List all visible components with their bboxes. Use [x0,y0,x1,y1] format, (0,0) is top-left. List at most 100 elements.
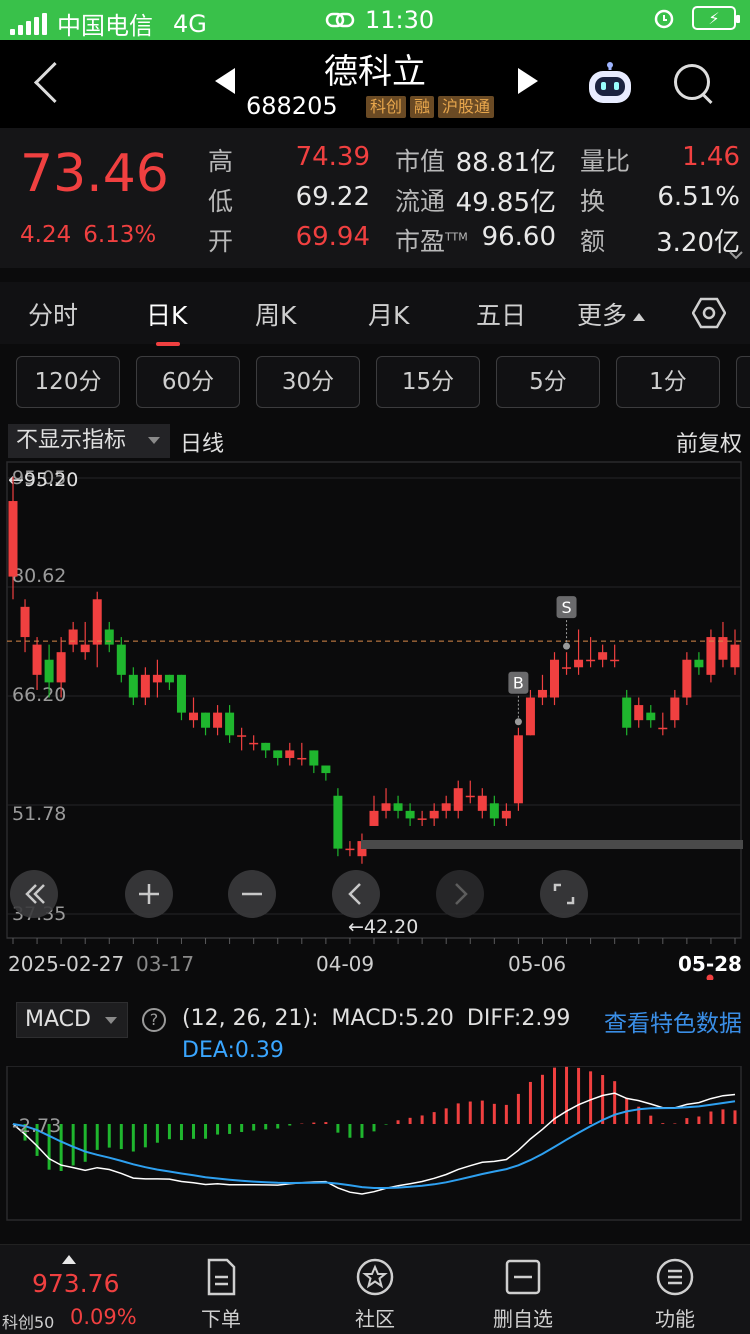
candle-body [453,788,463,811]
stock-tags: 科创 融 沪股通 [366,96,495,118]
period-5min[interactable]: 5分 [496,356,600,408]
indicator-select[interactable]: 不显示指标 [8,424,170,458]
settings-icon[interactable] [692,296,726,330]
range-bar [361,840,743,849]
tab-daily-k[interactable]: 日K [146,296,187,332]
candle-body [429,810,439,819]
candle-body [225,712,235,736]
period-120min[interactable]: 120分 [16,356,120,408]
candle-body [261,742,271,751]
nav-remove-watchlist[interactable]: 删自选 [468,1257,578,1332]
candle-body [706,637,716,675]
x-tick-label: 05-28 [678,952,742,976]
help-icon[interactable]: ? [142,1008,166,1032]
ttm-superscript: TTM [445,230,468,244]
candle-body [477,795,487,811]
current-price: 73.46 [20,144,169,204]
candle-body [333,795,343,849]
line-type: 日线 [180,432,225,457]
change-amount: 4.24 [20,222,72,248]
zoom-out-button[interactable] [228,870,276,918]
scroll-to-start-button[interactable] [10,870,58,918]
macd-header: MACD ? (12, 26, 21): MACD:5.20 DIFF:2.99… [0,1000,750,1070]
market-cap-label: 市值 [395,147,446,176]
candle-body [441,803,451,811]
nav-order[interactable]: 下单 [166,1257,276,1332]
view-feature-data-link[interactable]: 查看特色数据 [604,1004,742,1038]
candle-body [273,750,283,758]
x-tick-label: 03-17 [136,952,194,976]
candles [8,476,740,864]
carrier: 中国电信 [57,12,153,40]
tab-monthly-k[interactable]: 月K [368,296,409,332]
open-label: 开 [208,227,234,256]
candle-body [20,606,30,638]
stock-header: 德科立 688205 科创 融 沪股通 [0,40,750,128]
index-value[interactable]: 973.76 [32,1269,119,1298]
link-icon [325,12,355,28]
period-1min[interactable]: 1分 [616,356,720,408]
scroll-left-button[interactable] [332,870,380,918]
fullscreen-button[interactable] [540,870,588,918]
period-30min[interactable]: 30分 [256,356,360,408]
tab-intraday[interactable]: 分时 [28,296,78,332]
turnover-value: 6.51% [657,182,740,212]
dea-value: DEA:0.39 [182,1038,284,1063]
candle-body [694,659,704,668]
candle-body [718,637,728,660]
macd-select[interactable]: MACD [16,1002,128,1038]
candle-body [634,705,644,721]
clock: 11:30 [365,6,435,34]
candle-body [321,765,331,774]
candle-body [92,599,102,645]
candle-body [345,848,355,851]
candle-body [285,750,295,758]
active-tab-indicator [156,342,180,346]
order-doc-icon [207,1258,236,1296]
candle-body [393,803,403,811]
candle-body [128,674,138,698]
zoom-in-button[interactable] [125,870,173,918]
next-stock-arrow[interactable] [518,68,538,94]
stock-name: 德科立 [324,52,426,92]
candle-body [381,803,391,811]
nav-functions[interactable]: 功能 [620,1257,730,1332]
float-cap-value: 49.85亿 [455,188,556,218]
price-adjust-toggle[interactable]: 前复权 [676,426,742,458]
diff-value: DIFF:2.99 [466,1006,571,1031]
period-15min[interactable]: 15分 [376,356,480,408]
scroll-right-button[interactable] [436,870,484,918]
robot-assistant-icon[interactable] [586,62,634,106]
macd-svg: -2.73 [6,1065,742,1221]
tag-margin: 融 [410,96,435,118]
search-button[interactable] [674,64,714,104]
tab-weekly-k[interactable]: 周K [255,296,296,332]
candle-body [598,652,608,660]
candle-body [501,810,511,819]
period-more-edge[interactable] [736,356,750,408]
candle-body [465,795,475,798]
expand-chevron-icon[interactable] [729,250,743,260]
candle-body [116,644,126,675]
min-price-label: ←42.20 [348,916,418,938]
candle-body [237,735,247,737]
marker-text: B [513,674,524,693]
chart-tabs: 分时 日K 周K 月K 五日 更多 [0,282,750,344]
x-tick-label: 05-06 [508,952,566,976]
candle-body [682,659,692,698]
kline-chart[interactable]: 95.05 80.62 66.20 51.78 37.35 ←95.20 BS … [0,460,750,982]
back-button[interactable] [30,58,70,108]
macd-histogram [23,1066,737,1171]
nav-community[interactable]: 社区 [320,1257,430,1332]
indicator-bar: 不显示指标 日线 前复权 [0,424,750,460]
tab-more[interactable]: 更多 [577,296,646,332]
candle-body [213,712,223,728]
previous-stock-arrow[interactable] [215,68,235,94]
candle-body [562,667,572,669]
tab-five-day[interactable]: 五日 [476,296,526,332]
index-expand-icon[interactable] [62,1255,76,1264]
turnover-label: 换 [580,187,606,216]
period-60min[interactable]: 60分 [136,356,240,408]
candle-body [730,644,740,668]
candle-body [140,674,150,698]
